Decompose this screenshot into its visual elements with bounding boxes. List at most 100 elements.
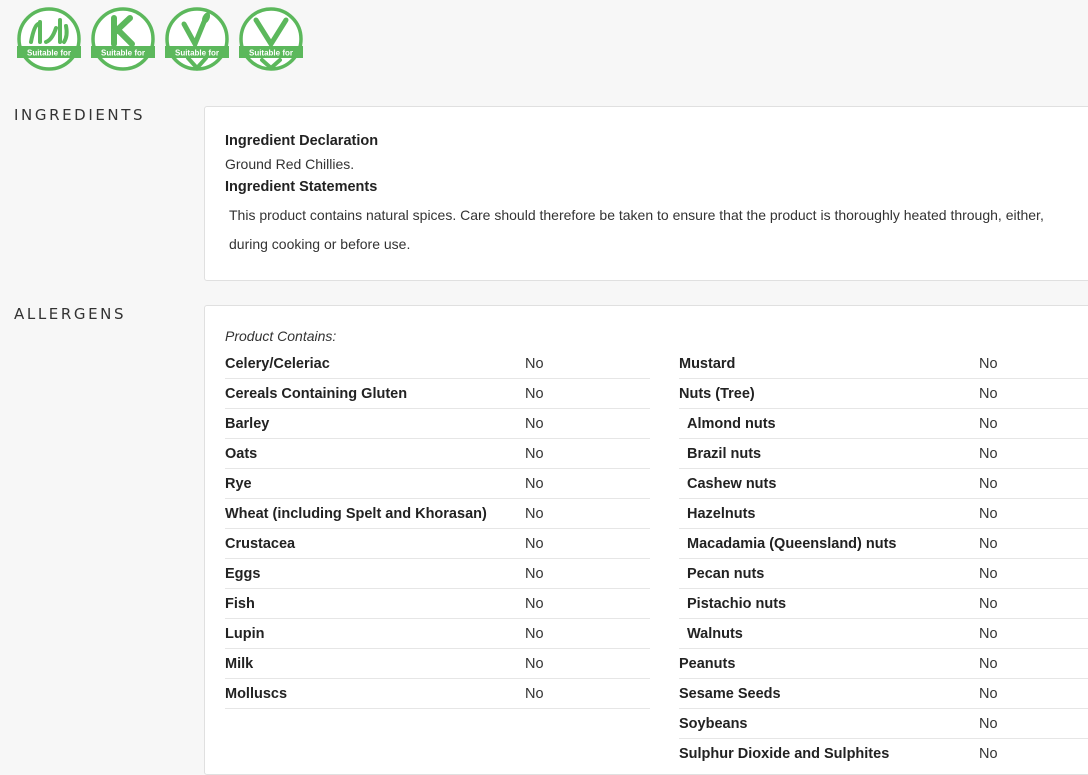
allergen-value: No: [979, 355, 998, 372]
allergen-name: Peanuts: [679, 655, 736, 672]
allergen-name: Rye: [225, 475, 252, 492]
vegetarian-badge: Suitable for: [164, 6, 230, 72]
ingredient-statements-heading: Ingredient Statements: [225, 179, 378, 195]
allergen-name: Cereals Containing Gluten: [225, 385, 408, 402]
allergen-row: Pecan nuts No: [679, 559, 1088, 589]
allergen-value: No: [525, 535, 544, 552]
allergen-value: No: [525, 655, 544, 672]
allergen-name: Macadamia (Queensland) nuts: [687, 535, 897, 552]
allergen-row: Pistachio nuts No: [679, 589, 1088, 619]
allergen-value: No: [979, 505, 998, 522]
allergen-value: No: [525, 355, 544, 372]
allergen-name: Sesame Seeds: [679, 685, 781, 702]
vegan-icon: Suitable for: [239, 7, 303, 71]
ingredient-statements-text: This product contains natural spices. Ca…: [229, 207, 1044, 252]
allergens-section-title: ALLERGENS: [14, 305, 127, 323]
badge-caption: Suitable for: [249, 49, 293, 58]
badge-caption: Suitable for: [101, 49, 145, 58]
allergen-value: No: [525, 595, 544, 612]
halal-badge: Suitable for: [16, 6, 82, 72]
allergen-name: Crustacea: [225, 535, 296, 552]
allergen-value: No: [979, 655, 998, 672]
allergen-value: No: [979, 535, 998, 552]
allergen-row: Sesame Seeds No: [679, 679, 1088, 709]
allergen-name: Walnuts: [687, 625, 743, 642]
allergen-row: Lupin No: [225, 619, 650, 649]
allergen-row: Eggs No: [225, 559, 650, 589]
allergen-row: Brazil nuts No: [679, 439, 1088, 469]
allergen-row: Hazelnuts No: [679, 499, 1088, 529]
allergens-card: Product Contains: Celery/Celeriac No Cerea…: [204, 305, 1088, 775]
allergen-name: Nuts (Tree): [679, 385, 755, 402]
allergen-name: Eggs: [225, 565, 261, 582]
allergen-value: No: [979, 625, 998, 642]
allergen-name: Brazil nuts: [687, 445, 762, 462]
allergen-name: Soybeans: [679, 715, 748, 732]
allergen-value: No: [525, 685, 544, 702]
allergen-value: No: [525, 505, 544, 522]
allergen-name: Wheat (including Spelt and Khorasan): [225, 505, 487, 522]
ingredient-declaration-text: Ground Red Chillies.: [225, 156, 355, 172]
allergen-name: Fish: [225, 595, 255, 612]
allergen-value: No: [979, 445, 998, 462]
allergen-value: No: [525, 625, 544, 642]
allergen-row: Mustard No: [679, 349, 1088, 379]
allergen-row: Fish No: [225, 589, 650, 619]
ingredient-declaration-heading: Ingredient Declaration: [225, 133, 379, 149]
product-contains-label: Product Contains:: [225, 328, 337, 344]
allergen-value: No: [979, 715, 998, 732]
allergen-name: Celery/Celeriac: [225, 355, 330, 372]
badge-caption: Suitable for: [27, 49, 71, 58]
allergens-right-column: Mustard No Nuts (Tree) No Almond nuts No Brazi…: [679, 349, 1088, 768]
ingredients-card: Ingredient Declaration Ground Red Chilli…: [204, 106, 1088, 281]
allergen-row: Peanuts No: [679, 649, 1088, 679]
allergen-row: Crustacea No: [225, 529, 650, 559]
allergen-value: No: [979, 685, 998, 702]
allergen-name: Sulphur Dioxide and Sulphites: [679, 745, 890, 762]
badge-caption: Suitable for: [175, 49, 219, 58]
allergen-value: No: [525, 445, 544, 462]
allergen-value: No: [979, 595, 998, 612]
halal-icon: Suitable for: [17, 7, 81, 71]
allergen-row: Cereals Containing Gluten No: [225, 379, 650, 409]
allergen-name: Pistachio nuts: [687, 595, 787, 612]
allergen-row: Rye No: [225, 469, 650, 499]
vegan-badge: Suitable for: [238, 6, 304, 72]
allergen-row: Soybeans No: [679, 709, 1088, 739]
allergen-name: Mustard: [679, 355, 736, 372]
allergen-name: Milk: [225, 655, 254, 672]
allergen-value: No: [525, 475, 544, 492]
ingredients-section-title: INGREDIENTS: [14, 106, 146, 124]
allergen-value: No: [979, 385, 998, 402]
allergen-row: Almond nuts No: [679, 409, 1088, 439]
allergen-name: Cashew nuts: [687, 475, 777, 492]
allergen-row: Macadamia (Queensland) nuts No: [679, 529, 1088, 559]
suitability-badges: Suitable for Suitable for Suitable for S…: [16, 6, 304, 72]
allergen-name: Hazelnuts: [687, 505, 756, 522]
allergen-name: Molluscs: [225, 685, 288, 702]
allergen-row: Wheat (including Spelt and Khorasan) No: [225, 499, 650, 529]
allergens-left-column: Celery/Celeriac No Cereals Containing Glut…: [225, 349, 650, 709]
allergen-name: Pecan nuts: [687, 565, 765, 582]
allergen-name: Barley: [225, 415, 270, 432]
allergen-row: Celery/Celeriac No: [225, 349, 650, 379]
allergen-row: Oats No: [225, 439, 650, 469]
allergen-name: Lupin: [225, 625, 265, 642]
allergen-row: Sulphur Dioxide and Sulphites No: [679, 739, 1088, 768]
allergen-value: No: [979, 745, 998, 762]
allergen-row: Nuts (Tree) No: [679, 379, 1088, 409]
allergen-value: No: [979, 565, 998, 582]
allergen-name: Oats: [225, 445, 258, 462]
allergen-value: No: [979, 475, 998, 492]
allergen-row: Milk No: [225, 649, 650, 679]
kosher-icon: Suitable for: [91, 7, 155, 71]
allergen-value: No: [525, 415, 544, 432]
allergen-value: No: [525, 385, 544, 402]
vegetarian-icon: Suitable for: [165, 7, 229, 71]
allergen-row: Cashew nuts No: [679, 469, 1088, 499]
allergen-row: Molluscs No: [225, 679, 650, 709]
allergen-value: No: [979, 415, 998, 432]
kosher-badge: Suitable for: [90, 6, 156, 72]
allergen-row: Walnuts No: [679, 619, 1088, 649]
allergen-name: Almond nuts: [687, 415, 776, 432]
